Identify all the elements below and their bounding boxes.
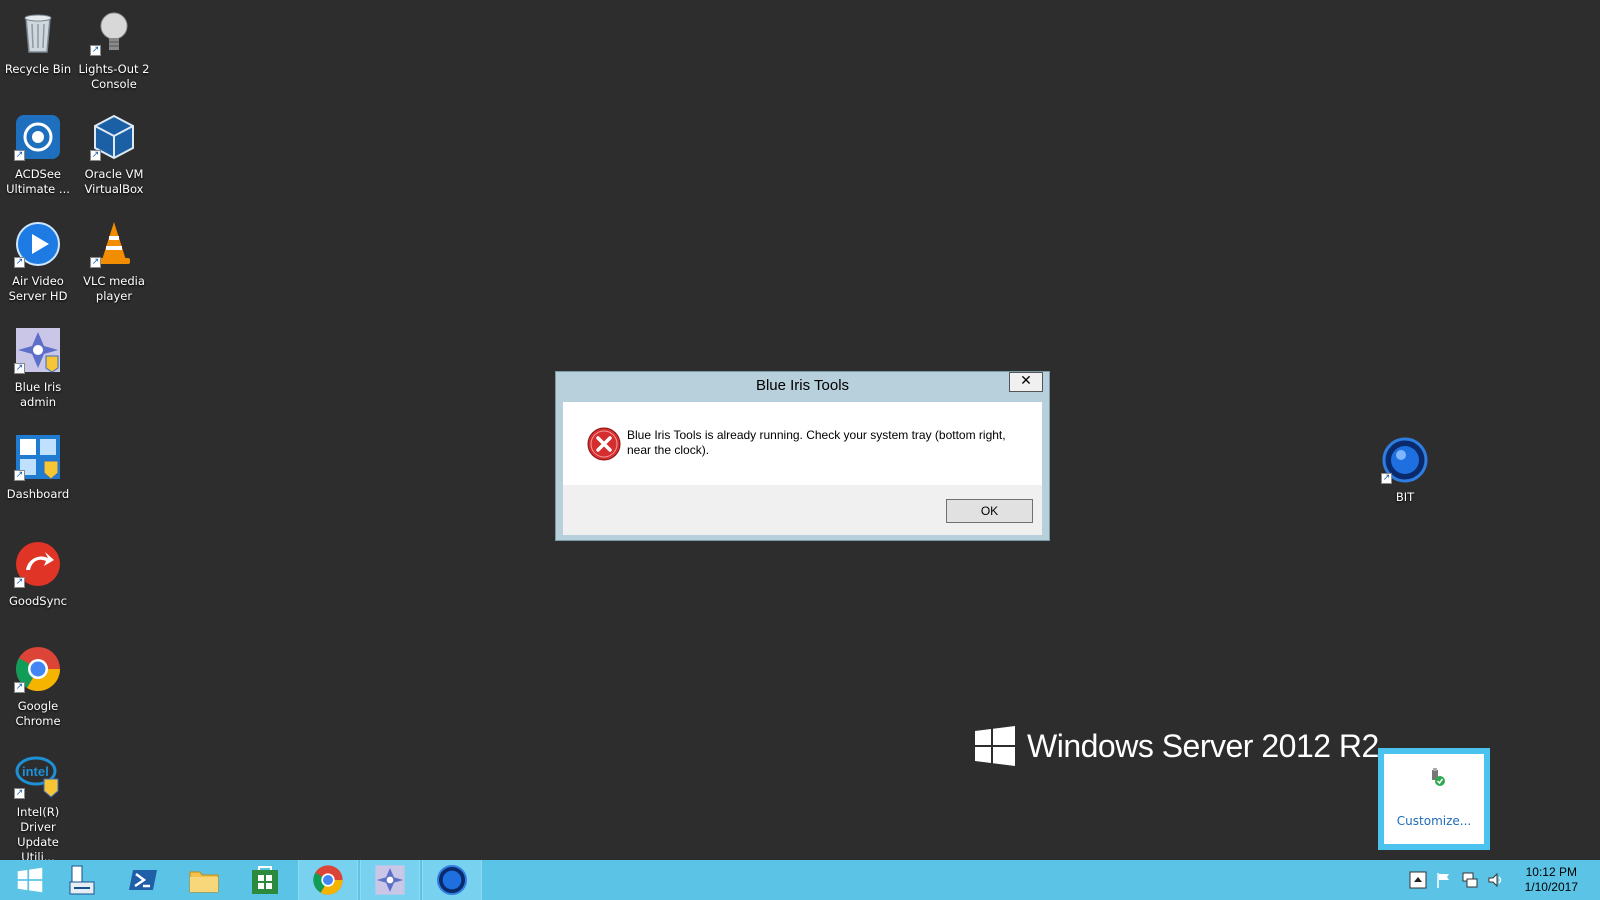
store-icon xyxy=(252,866,278,894)
error-x-icon xyxy=(587,427,621,461)
watermark-text: Windows Server 2012 R2 xyxy=(1027,727,1379,764)
speaker-icon[interactable] xyxy=(1487,871,1505,889)
recycle-bin-icon xyxy=(14,8,62,56)
taskbar-bit[interactable] xyxy=(422,860,482,900)
system-tray: 10:12 PM 1/10/2017 xyxy=(1405,860,1600,900)
desktop-icon-label: Intel(R) Driver Update Utili... xyxy=(16,805,60,864)
start-button[interactable] xyxy=(0,860,60,900)
play-circle-icon: ↗ xyxy=(14,220,62,268)
shortcut-arrow-icon: ↗ xyxy=(14,150,25,161)
shortcut-arrow-icon: ↗ xyxy=(14,257,25,268)
desktop-icon-label: GoodSync xyxy=(9,594,67,608)
desktop-icon-virtualbox[interactable]: ↗ Oracle VM VirtualBox xyxy=(77,113,151,197)
goodsync-icon: ↗ xyxy=(14,540,62,588)
desktop-icon-intel-driver[interactable]: intel ↗ Intel(R) Driver Update Utili... xyxy=(1,751,75,865)
virtualbox-cube-icon: ↗ xyxy=(90,113,138,161)
desktop-icon-bit[interactable]: ↗ BIT xyxy=(1368,436,1442,505)
shortcut-arrow-icon: ↗ xyxy=(14,682,25,693)
desktop-icon-acdsee[interactable]: ↗ ACDSee Ultimate ... xyxy=(1,113,75,197)
taskbar-powershell[interactable] xyxy=(113,860,173,900)
vlc-cone-icon: ↗ xyxy=(90,220,138,268)
shortcut-arrow-icon: ↗ xyxy=(14,577,25,588)
taskbar-server-manager[interactable] xyxy=(52,860,112,900)
powershell-icon xyxy=(129,870,157,890)
tray-overflow-popup: Customize... xyxy=(1378,748,1490,850)
intel-icon: intel ↗ xyxy=(14,751,62,799)
show-hidden-icons-icon[interactable] xyxy=(1409,871,1427,889)
desktop-icon-chrome[interactable]: ↗ Google Chrome xyxy=(1,645,75,729)
taskbar-clock[interactable]: 10:12 PM 1/10/2017 xyxy=(1525,865,1578,895)
taskbar-store[interactable] xyxy=(235,860,295,900)
customize-link[interactable]: Customize... xyxy=(1384,814,1484,828)
desktop-icon-dashboard[interactable]: ↗ Dashboard xyxy=(1,433,75,502)
chrome-icon xyxy=(313,865,343,895)
desktop-icon-recycle-bin[interactable]: Recycle Bin xyxy=(1,8,75,77)
server-manager-icon xyxy=(69,865,95,895)
dialog-body: Blue Iris Tools is already running. Chec… xyxy=(563,402,1042,535)
folder-icon xyxy=(189,871,219,893)
shortcut-arrow-icon: ↗ xyxy=(90,150,101,161)
desktop-icon-label: BIT xyxy=(1395,490,1415,504)
dialog-message: Blue Iris Tools is already running. Chec… xyxy=(627,428,1006,457)
desktop-icon-label: Recycle Bin xyxy=(4,62,72,76)
clock-time: 10:12 PM xyxy=(1525,865,1577,879)
lightbulb-icon: ↗ xyxy=(90,8,138,56)
taskbar: 10:12 PM 1/10/2017 xyxy=(0,860,1600,900)
dialog-message-area: Blue Iris Tools is already running. Chec… xyxy=(563,402,1042,485)
os-watermark: Windows Server 2012 R2 xyxy=(975,726,1379,766)
dashboard-icon: ↗ xyxy=(14,433,62,481)
error-dialog: Blue Iris Tools ✕ Blue Iris Tools is alr… xyxy=(555,371,1050,541)
desktop-icon-label: Blue Iris admin xyxy=(14,380,62,409)
desktop-icon-label: Google Chrome xyxy=(15,699,61,728)
desktop-icon-vlc[interactable]: ↗ VLC media player xyxy=(77,220,151,304)
blue-iris-admin-icon: ↗ xyxy=(14,326,62,374)
usb-safely-remove-icon[interactable] xyxy=(1428,768,1446,786)
tray-popup-inner: Customize... xyxy=(1384,754,1484,844)
taskbar-chrome[interactable] xyxy=(298,860,358,900)
dialog-title: Blue Iris Tools xyxy=(755,377,850,394)
ok-button[interactable]: OK xyxy=(946,499,1033,523)
blue-iris-admin-icon xyxy=(375,865,405,895)
desktop-icon-goodsync[interactable]: ↗ GoodSync xyxy=(1,540,75,609)
taskbar-blue-iris-admin[interactable] xyxy=(360,860,420,900)
desktop-icon-blue-iris-admin[interactable]: ↗ Blue Iris admin xyxy=(1,326,75,410)
dialog-close-button[interactable]: ✕ xyxy=(1009,372,1043,392)
desktop-icon-label: Lights-Out 2 Console xyxy=(78,62,150,91)
desktop-icon-label: Air Video Server HD xyxy=(8,274,68,303)
taskbar-file-explorer[interactable] xyxy=(174,860,234,900)
shortcut-arrow-icon: ↗ xyxy=(14,363,25,374)
windows-logo-icon xyxy=(975,726,1015,766)
shortcut-arrow-icon: ↗ xyxy=(90,257,101,268)
windows-logo-icon xyxy=(17,867,43,893)
blue-orb-icon: ↗ xyxy=(1381,436,1429,484)
clock-date: 1/10/2017 xyxy=(1524,880,1578,894)
dialog-button-area: OK xyxy=(563,485,1042,535)
desktop-icon-label: Dashboard xyxy=(6,487,70,501)
svg-text:intel: intel xyxy=(22,764,49,779)
desktop-icon-lights-out[interactable]: ↗ Lights-Out 2 Console xyxy=(77,8,151,92)
desktop-icon-label: VLC media player xyxy=(83,274,145,303)
shortcut-arrow-icon: ↗ xyxy=(14,788,25,799)
flag-icon[interactable] xyxy=(1435,871,1453,889)
network-icon[interactable] xyxy=(1461,871,1479,889)
blue-orb-icon xyxy=(437,865,467,895)
shortcut-arrow-icon: ↗ xyxy=(14,470,25,481)
shortcut-arrow-icon: ↗ xyxy=(1381,473,1392,484)
desktop-icon-air-video[interactable]: ↗ Air Video Server HD xyxy=(1,220,75,304)
camera-aperture-icon: ↗ xyxy=(14,113,62,161)
desktop-icon-label: ACDSee Ultimate ... xyxy=(6,167,70,196)
shortcut-arrow-icon: ↗ xyxy=(90,45,101,56)
desktop-icon-label: Oracle VM VirtualBox xyxy=(84,167,144,196)
chrome-icon: ↗ xyxy=(14,645,62,693)
